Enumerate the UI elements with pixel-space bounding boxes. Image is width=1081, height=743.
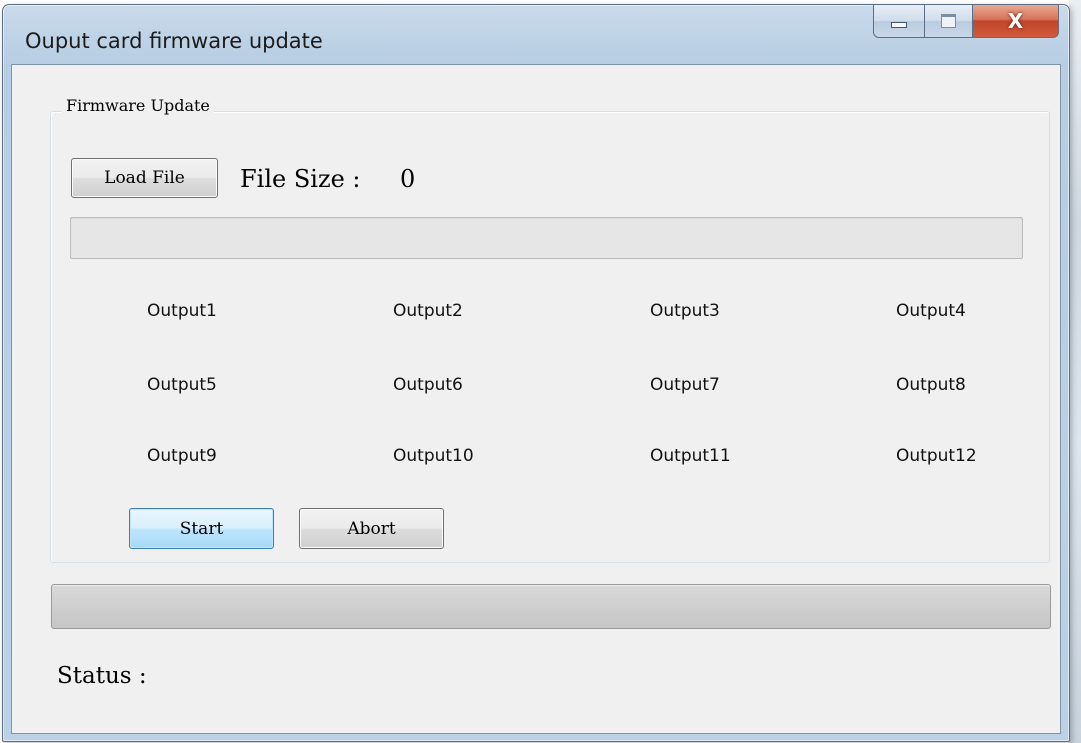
overall-progress-bar [51, 584, 1051, 629]
client-area: Firmware Update Load File File Size : 0 … [11, 64, 1061, 734]
load-file-button[interactable]: Load File [71, 158, 218, 198]
output-label-2: Output2 [393, 301, 463, 321]
status-label: Status : [57, 663, 147, 689]
minimize-icon [891, 22, 907, 28]
output-label-7: Output7 [650, 375, 720, 395]
file-size-label: File Size : [240, 165, 361, 193]
output-label-9: Output9 [147, 446, 217, 466]
firmware-update-window: Ouput card firmware update X Firmware Up… [2, 4, 1070, 742]
maximize-icon [941, 14, 956, 28]
file-size-value: 0 [400, 165, 416, 193]
close-button[interactable]: X [973, 5, 1059, 38]
window-title: Ouput card firmware update [25, 29, 323, 53]
start-button[interactable]: Start [129, 508, 274, 549]
output-label-3: Output3 [650, 301, 720, 321]
output-label-12: Output12 [896, 446, 977, 466]
file-progress-bar [70, 217, 1023, 259]
output-label-6: Output6 [393, 375, 463, 395]
close-icon: X [1007, 9, 1024, 33]
caption-buttons: X [873, 5, 1059, 39]
output-label-5: Output5 [147, 375, 217, 395]
output-label-10: Output10 [393, 446, 474, 466]
group-legend: Firmware Update [62, 96, 214, 115]
output-label-4: Output4 [896, 301, 966, 321]
abort-button[interactable]: Abort [299, 508, 444, 549]
desktop-background [1069, 0, 1081, 743]
maximize-button[interactable] [925, 5, 973, 38]
minimize-button[interactable] [873, 5, 925, 38]
title-bar[interactable]: Ouput card firmware update X [3, 5, 1069, 65]
output-label-1: Output1 [147, 301, 217, 321]
output-label-8: Output8 [896, 375, 966, 395]
output-label-11: Output11 [650, 446, 731, 466]
